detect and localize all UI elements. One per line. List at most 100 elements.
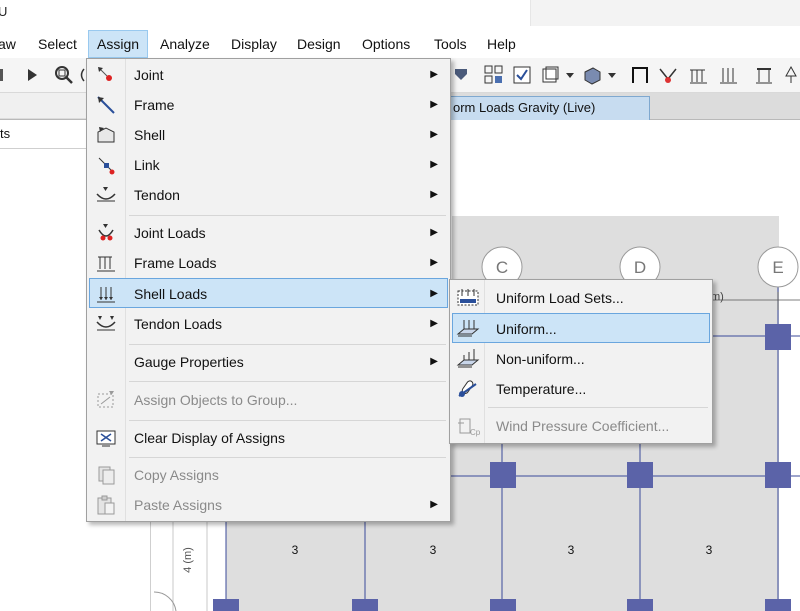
menu-item-frame-loads[interactable]: Frame Loads ▶ [89, 248, 448, 278]
submenu-arrow-icon: ▶ [430, 356, 438, 367]
title-bar: U [0, 0, 800, 28]
shell-label: 3 [292, 543, 299, 557]
menu-item-tendon[interactable]: Tendon ▶ [89, 180, 448, 210]
release-icon[interactable] [656, 64, 680, 86]
menu-select[interactable]: Select [30, 30, 85, 58]
restraint-icon[interactable] [782, 64, 800, 86]
submenu-item-uniform-load-sets[interactable]: Uniform Load Sets... [452, 283, 710, 313]
grid-bubble-d-label: D [634, 258, 646, 277]
menu-analyze[interactable]: Analyze [152, 30, 218, 58]
frame-draw-icon[interactable] [628, 64, 652, 86]
column-c3[interactable] [490, 599, 516, 611]
column-e3[interactable] [765, 599, 791, 611]
submenu-arrow-icon: ▶ [430, 69, 438, 80]
menu-item-gauge-properties[interactable]: Gauge Properties ▶ [89, 347, 448, 377]
link-icon [94, 153, 118, 177]
toolbar-partial-icon [78, 64, 86, 86]
menu-item-label: Gauge Properties [134, 354, 244, 370]
shell-loads-icon [94, 282, 118, 306]
clear-display-icon [94, 426, 118, 450]
menu-tools[interactable]: Tools [426, 30, 475, 58]
column-b3[interactable] [352, 599, 378, 611]
shell-load-icon[interactable] [716, 64, 740, 86]
menu-item-assign-objects-to-group[interactable]: Assign Objects to Group... [89, 385, 448, 415]
column-d2[interactable] [627, 462, 653, 488]
dropdown-caret-icon[interactable] [564, 64, 576, 86]
menu-item-tendon-loads[interactable]: Tendon Loads ▶ [89, 309, 448, 339]
submenu-item-label: Uniform Load Sets... [496, 290, 624, 306]
menu-assign[interactable]: Assign [88, 30, 149, 58]
tendon-icon [94, 183, 118, 207]
menu-item-label: Joint Loads [134, 225, 206, 241]
menu-item-label: Clear Display of Assigns [134, 430, 285, 446]
submenu-item-non-uniform[interactable]: Non-uniform... [452, 344, 710, 374]
menu-display[interactable]: Display [223, 30, 285, 58]
menu-item-label: Shell [134, 127, 166, 143]
column-e2[interactable] [765, 462, 791, 488]
shell-label: 3 [568, 543, 575, 557]
submenu-arrow-icon: ▶ [430, 288, 438, 299]
frame-icon [94, 93, 118, 117]
zoom-window-icon[interactable] [52, 64, 76, 86]
extrude-view-icon[interactable] [580, 64, 604, 86]
run-analysis-icon[interactable] [22, 64, 42, 86]
column-c2[interactable] [490, 462, 516, 488]
uniform-load-icon [456, 317, 480, 341]
menu-item-shell[interactable]: Shell ▶ [89, 120, 448, 150]
title-bar-controls-area [530, 0, 800, 26]
group-icon [94, 388, 118, 412]
menu-item-clear-display-of-assigns[interactable]: Clear Display of Assigns [89, 423, 448, 453]
menu-separator [129, 215, 446, 216]
model-view-tab[interactable]: orm Loads Gravity (Live) [448, 96, 650, 120]
menu-item-shell-loads[interactable]: Shell Loads ▶ [89, 278, 448, 308]
menu-item-joint-loads[interactable]: Joint Loads ▶ [89, 218, 448, 248]
menu-separator [129, 381, 446, 382]
menu-options[interactable]: Options [354, 30, 418, 58]
submenu-item-wind-pressure-coefficient[interactable]: Cp Wind Pressure Coefficient... [452, 411, 710, 441]
svg-text:Cp: Cp [470, 428, 480, 437]
menu-item-copy-assigns[interactable]: Copy Assigns [89, 460, 448, 490]
menu-design[interactable]: Design [289, 30, 349, 58]
non-uniform-load-icon [456, 347, 480, 371]
submenu-arrow-icon: ▶ [430, 499, 438, 510]
menu-separator [129, 457, 446, 458]
support-icon[interactable] [752, 64, 776, 86]
submenu-item-label: Non-uniform... [496, 351, 585, 367]
check-box-icon[interactable] [510, 64, 534, 86]
submenu-arrow-icon: ▶ [430, 159, 438, 170]
grid-check-icon[interactable] [482, 64, 506, 86]
menu-item-joint[interactable]: Joint ▶ [89, 60, 448, 90]
left-pane-tab[interactable] [0, 93, 87, 118]
submenu-item-uniform[interactable]: Uniform... [452, 313, 710, 343]
menu-item-link[interactable]: Link ▶ [89, 150, 448, 180]
menu-item-frame[interactable]: Frame ▶ [89, 90, 448, 120]
submenu-arrow-icon: ▶ [430, 318, 438, 329]
dropdown-caret-icon[interactable] [606, 64, 618, 86]
submenu-item-label: Wind Pressure Coefficient... [496, 418, 670, 434]
shell-loads-submenu: Uniform Load Sets... Uniform... Non-unif… [449, 279, 713, 444]
submenu-separator [488, 407, 708, 408]
grid-bubble-e-label: E [772, 258, 783, 277]
menu-item-label: Joint [134, 67, 164, 83]
grid-bubble-c-label: C [496, 258, 508, 277]
paste-icon [94, 493, 118, 517]
column-e1[interactable] [765, 324, 791, 350]
shell-icon [94, 123, 118, 147]
frame-load-icon[interactable] [686, 64, 710, 86]
down-arrow-icon[interactable] [450, 64, 472, 86]
menu-draw[interactable]: aw [0, 30, 24, 58]
submenu-arrow-icon: ▶ [430, 189, 438, 200]
temperature-icon [456, 377, 480, 401]
menu-item-label: Shell Loads [134, 286, 208, 302]
column-d3[interactable] [627, 599, 653, 611]
tendon-loads-icon [94, 312, 118, 336]
shell-label: 3 [430, 543, 437, 557]
menu-item-paste-assigns[interactable]: Paste Assigns ▶ [89, 490, 448, 520]
element-view-icon[interactable] [538, 64, 562, 86]
menu-help[interactable]: Help [479, 30, 524, 58]
column-a3[interactable] [213, 599, 239, 611]
submenu-arrow-icon: ▶ [430, 129, 438, 140]
copy-icon [94, 463, 118, 487]
submenu-item-temperature[interactable]: Temperature... [452, 374, 710, 404]
window-title: U [0, 4, 8, 19]
